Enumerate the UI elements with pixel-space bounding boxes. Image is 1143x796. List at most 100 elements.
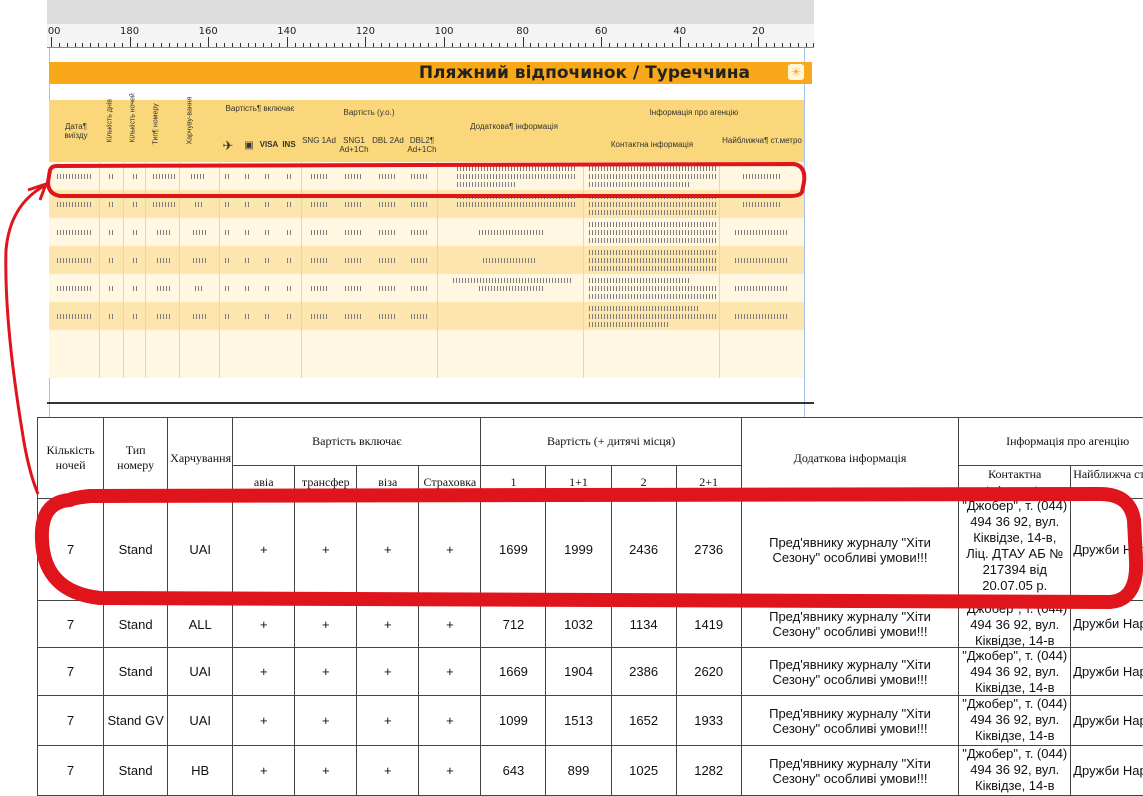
table-row[interactable]: 7 Stand GV UAI + + + + 1099 1513 1652 19… — [37, 695, 1143, 746]
ruler-tick — [318, 43, 320, 47]
ruler-tick — [106, 43, 108, 47]
ruler-number: 180 — [120, 26, 140, 37]
tour-table-wrapper: Кількість ночей Тип номеру Харчування Ва… — [37, 417, 1143, 796]
ruler-tick — [381, 43, 383, 47]
ruler-tick — [349, 43, 351, 47]
cell-price-1plus1: 1513 — [545, 695, 612, 746]
table-row[interactable]: 7 Stand ALL + + + + 712 1032 1134 1419 П… — [37, 600, 1143, 648]
cell-extra-info: Пред'явнику журналу "Хіти Сезону" особли… — [740, 498, 960, 601]
cell-nights: 7 — [37, 647, 105, 696]
doc-table-header: Дата¶ виїзду Кількість днів Кількість но… — [49, 93, 804, 162]
beach-logo-icon: ☀ — [788, 64, 804, 80]
ruler-tick — [200, 43, 202, 47]
cell-transfer: + — [294, 647, 358, 696]
ruler-tick — [90, 43, 92, 47]
ruler-tick — [601, 37, 603, 47]
hdr-dbl2: DBL2¶ Ad+1Ch — [407, 136, 437, 154]
doc-row-empty — [49, 330, 804, 378]
ruler-number: 40 — [673, 26, 687, 37]
hdr-metro: Найближча¶ ст.метро — [722, 136, 802, 145]
ruler-tick — [310, 43, 312, 47]
ruler-tick — [263, 43, 265, 47]
ruler-tick — [530, 43, 532, 47]
cell-price-2: 1025 — [610, 745, 677, 796]
hdr-price-2plus1: 2+1 — [675, 465, 742, 499]
cell-transfer: + — [294, 695, 358, 746]
cell-avia: + — [232, 745, 296, 796]
ruler-tick — [632, 43, 634, 47]
cell-metro: Дружби Народів — [1070, 498, 1143, 601]
horizontal-ruler: 200 180 160 140 120 100 80 60 40 20 — [47, 24, 814, 48]
ruler-tick — [357, 43, 359, 47]
bus-icon: ▣ — [244, 140, 254, 151]
cell-room: Stand — [103, 600, 169, 648]
cell-price-1: 643 — [480, 745, 547, 796]
airplane-icon: ✈ — [222, 138, 234, 153]
hdr-price-1plus1: 1+1 — [545, 465, 612, 499]
ruler-tick — [255, 43, 257, 47]
hdr-visa: віза — [356, 465, 420, 499]
ruler-number: 80 — [516, 26, 529, 37]
ruler-tick — [742, 43, 744, 47]
cell-price-1plus1: 1032 — [545, 600, 612, 648]
ruler-tick — [726, 43, 728, 47]
hdr-meals: Харчуву-вання — [186, 96, 194, 145]
ruler-tick — [420, 43, 422, 47]
ruler-tick — [278, 43, 280, 47]
hdr-agency: Інформація про агенцію — [649, 108, 739, 117]
ruler-tick — [766, 43, 768, 47]
ruler-number: 60 — [594, 26, 608, 37]
table-row[interactable]: 7 Stand UAI + + + + 1699 1999 2436 2736 … — [37, 498, 1143, 601]
ruler-tick — [121, 43, 123, 47]
cell-extra-info: Пред'явнику журналу "Хіти Сезону" особли… — [740, 600, 960, 648]
ruler-tick — [687, 43, 689, 47]
cell-contact: "Джобер", т. (044) 494 36 92, вул. Кікві… — [958, 745, 1072, 796]
ruler-tick — [168, 43, 170, 47]
cell-avia: + — [232, 647, 296, 696]
cell-price-2plus1: 2620 — [675, 647, 742, 696]
ruler-tick — [522, 37, 524, 47]
hdr-includes: Вартість включає — [232, 417, 482, 466]
cell-nights: 7 — [37, 600, 105, 648]
ruler-tick — [719, 43, 721, 47]
ruler-tick — [554, 43, 556, 47]
ruler-tick — [326, 43, 328, 47]
cell-meals: HB — [167, 745, 234, 796]
ruler-tick — [396, 43, 398, 47]
ruler-tick — [302, 43, 304, 47]
hdr-nights: Кількість ночей — [37, 417, 105, 499]
ruler-tick — [388, 43, 390, 47]
ruler-tick — [475, 43, 477, 47]
doc-row — [49, 190, 804, 218]
cell-price-1plus1: 1904 — [545, 647, 612, 696]
cell-extra-info: Пред'явнику журналу "Хіти Сезону" особли… — [740, 647, 960, 696]
hdr-dbl: DBL 2Ad — [372, 136, 404, 145]
ruler-number: 100 — [434, 26, 454, 37]
hdr-nights: Кількість ночей — [129, 93, 137, 143]
cell-nights: 7 — [37, 745, 105, 796]
ruler-tick — [74, 43, 76, 47]
table-row[interactable]: 7 Stand UAI + + + + 1669 1904 2386 2620 … — [37, 647, 1143, 696]
hdr-transfer: трансфер — [294, 465, 358, 499]
cell-room: Stand GV — [103, 695, 169, 746]
arrow-head-icon — [27, 181, 49, 201]
ruler-tick — [664, 43, 666, 47]
ruler-tick — [161, 43, 163, 47]
ruler-tick — [223, 43, 225, 47]
hdr-sng1: SNG1 Ad+1Ch — [339, 136, 369, 154]
cell-price-1: 1099 — [480, 695, 547, 746]
ruler-tick — [294, 43, 296, 47]
doc-row — [49, 162, 804, 190]
cell-insurance: + — [418, 745, 482, 796]
cell-visa: + — [356, 600, 420, 648]
hdr-days: Кількість днів — [106, 98, 114, 143]
ruler-tick — [467, 43, 469, 47]
doc-row — [49, 302, 804, 330]
cell-meals: UAI — [167, 647, 234, 696]
table-row[interactable]: 7 Stand HB + + + + 643 899 1025 1282 Пре… — [37, 745, 1143, 796]
hdr-cost: Вартість (у.о.) — [343, 108, 395, 117]
hdr-room-type: Тип номеру — [103, 417, 169, 499]
cell-price-2: 1652 — [610, 695, 677, 746]
ruler-tick — [192, 43, 194, 47]
ruler-tick — [609, 43, 611, 47]
